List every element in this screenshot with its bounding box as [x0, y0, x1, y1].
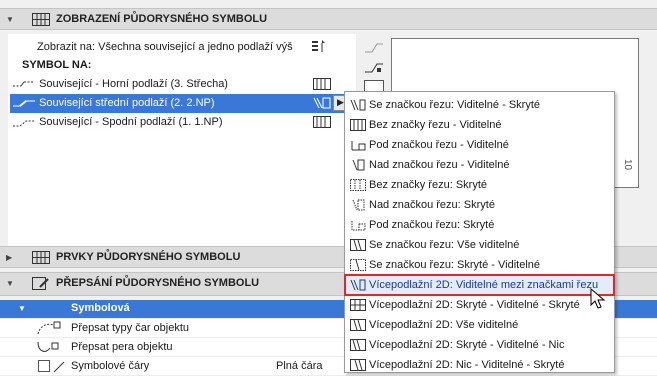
menu-item[interactable]: Bez značky řezu - Viditelné: [345, 115, 614, 135]
menu-item[interactable]: Vícepodlažní 2D: Nic - Viditelné - Skryt…: [345, 355, 614, 375]
symbol-on-label: SYMBOL NA:: [22, 59, 92, 71]
menu-item[interactable]: Nad značkou řezu: Skryté: [345, 195, 614, 215]
middle-story-line-icon: [13, 100, 35, 107]
floor-plan-display-icon: [32, 13, 50, 26]
lower-story-line-icon: [13, 120, 35, 127]
symbol-type-icon[interactable]: [313, 78, 331, 90]
cut-visible-hidden-icon: [350, 99, 366, 111]
mouse-pointer-icon: [590, 288, 606, 309]
section-title-override: PŘEPSÁNÍ PŮDORYSNÉHO SYMBOLU: [56, 277, 260, 289]
below-cut-hidden-icon: [351, 221, 366, 231]
row-middle-story[interactable]: Související střední podlaží (2. 2.NP): [12, 94, 215, 113]
stories-icon[interactable]: [311, 39, 327, 53]
collapse-arrow-icon[interactable]: ▼: [6, 15, 14, 24]
preview-dimension: 10: [622, 158, 634, 171]
multistory-hvh-icon: [350, 299, 366, 311]
menu-item[interactable]: Vícepodlažní 2D: Vše viditelné: [345, 315, 614, 335]
menu-item[interactable]: Pod značkou řezu: Skryté: [345, 215, 614, 235]
menu-item-highlighted[interactable]: Vícepodlažní 2D: Viditelné mezi značkami…: [344, 274, 615, 296]
row-upper-story[interactable]: Související - Horní podlaží (3. Střecha): [12, 75, 228, 94]
row-label: Symbolové čáry: [71, 360, 150, 372]
section-title-elements: PRVKY PŮDORYSNÉHO SYMBOLU: [56, 251, 241, 263]
row-upper-story-label: Související - Horní podlaží (3. Střecha): [39, 78, 228, 90]
collapse-arrow-icon[interactable]: ▼: [6, 279, 14, 288]
no-cut-visible-icon: [350, 119, 366, 131]
no-cut-hidden-icon: [350, 179, 366, 191]
menu-item[interactable]: Bez značky řezu: Skryté: [345, 175, 614, 195]
multistory-all-visible-icon: [350, 319, 366, 331]
above-cut-visible-icon: [352, 159, 365, 171]
floor-plan-elements-icon: [32, 251, 50, 264]
symbol-dropdown-menu: Se značkou řezu: Viditelné - Skryté Bez …: [344, 91, 615, 373]
menu-item[interactable]: Se značkou řezu: Skryté - Viditelné: [345, 255, 614, 275]
upper-story-line-icon: [13, 81, 34, 87]
multistory-hvn-icon: [350, 339, 366, 351]
multistory-between-cuts-icon: [350, 279, 366, 291]
row-label: Přepsat pera objektu: [71, 341, 173, 353]
row-lower-story[interactable]: Související - Spodní podlaží (1. 1.NP): [12, 113, 223, 132]
override-linetype-icon: [37, 321, 61, 335]
below-cut-visible-icon: [351, 141, 366, 151]
menu-item[interactable]: Nad značkou řezu - Viditelné: [345, 155, 614, 175]
upper-line-tool-icon[interactable]: [364, 40, 384, 56]
multistory-nvh-icon: [350, 359, 366, 371]
play-arrow-icon: ▶: [337, 97, 344, 107]
expand-arrow-icon[interactable]: ▶: [6, 253, 12, 262]
row-lower-story-label: Související - Spodní podlaží (1. 1.NP): [39, 116, 223, 128]
row-middle-story-label: Související střední podlaží (2. 2.NP): [39, 97, 215, 109]
symbol-type-icon[interactable]: [313, 116, 331, 128]
floor-plan-override-icon: [32, 277, 49, 290]
menu-item[interactable]: Vícepodlažní 2D: Skryté - Viditelné - Sk…: [345, 295, 614, 315]
multistory-symbol-icon[interactable]: [313, 97, 331, 109]
cut-hidden-visible-icon: [350, 259, 366, 271]
settings-panel: ▼ ZOBRAZENÍ PŮDORYSNÉHO SYMBOLU Zobrazit…: [0, 0, 657, 376]
menu-item[interactable]: Vícepodlažní 2D: Skryté - Viditelné - Ni…: [345, 335, 614, 355]
middle-line-tool-icon[interactable]: [364, 60, 384, 76]
section-header-display[interactable]: ▼ ZOBRAZENÍ PŮDORYSNÉHO SYMBOLU: [0, 8, 657, 30]
row-value[interactable]: Plná čára: [276, 357, 322, 376]
menu-item[interactable]: Pod značkou řezu - Viditelné: [345, 135, 614, 155]
show-on-text: Zobrazit na: Všechna související a jedno…: [37, 41, 293, 53]
collapse-arrow-icon[interactable]: ▼: [18, 304, 26, 313]
line-icon: [53, 361, 65, 373]
above-cut-hidden-icon: [352, 199, 365, 211]
cut-all-visible-icon: [350, 239, 366, 251]
row-label: Přepsat typy čar objektu: [71, 322, 190, 334]
group-label: Symbolová: [71, 302, 130, 314]
symbol-lines-checkbox[interactable]: [38, 360, 50, 372]
menu-item[interactable]: Se značkou řezu: Viditelné - Skryté: [345, 95, 614, 115]
override-pen-icon: [37, 341, 59, 352]
menu-item[interactable]: Se značkou řezu: Vše viditelné: [345, 235, 614, 255]
section-title-display: ZOBRAZENÍ PŮDORYSNÉHO SYMBOLU: [56, 13, 268, 25]
